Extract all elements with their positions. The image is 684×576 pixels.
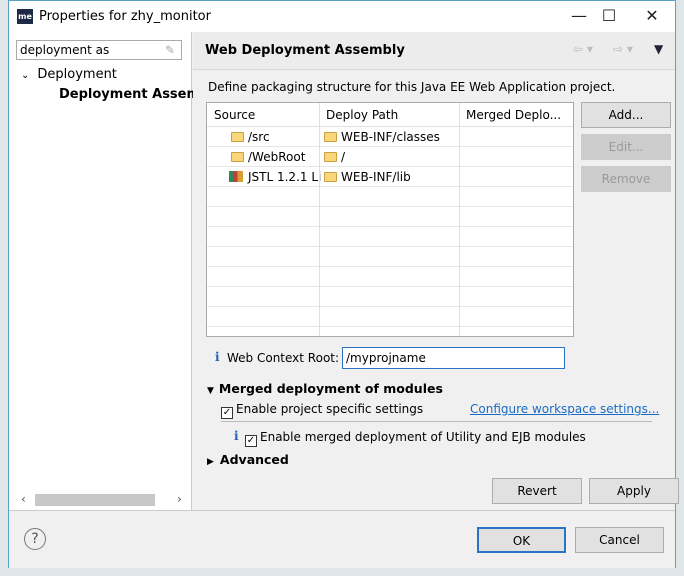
tree-item-deployment-assembly[interactable]: Deployment Asseml xyxy=(59,87,205,102)
filter-input[interactable] xyxy=(16,40,182,60)
cancel-button[interactable]: Cancel xyxy=(575,527,664,553)
remove-button[interactable]: Remove xyxy=(581,166,671,192)
table-row[interactable]: /src WEB-INF/classes xyxy=(207,127,573,147)
info-icon: i xyxy=(234,429,239,443)
sidebar: ✎ ⌄Deployment Deployment Asseml ‹ › xyxy=(9,32,205,510)
folder-icon xyxy=(324,152,337,162)
revert-button[interactable]: Revert xyxy=(492,478,582,504)
checkbox-checked-icon: ✓ xyxy=(245,435,257,447)
separator xyxy=(221,421,652,422)
ok-button[interactable]: OK xyxy=(477,527,566,553)
tree-item-deployment[interactable]: ⌄ Deployment xyxy=(21,67,117,82)
maximize-button[interactable]: ☐ xyxy=(594,5,624,27)
folder-icon xyxy=(324,132,337,142)
help-icon[interactable]: ? xyxy=(24,528,46,550)
table-header: Source ^ Deploy Path Merged Deplo... xyxy=(207,103,573,127)
properties-dialog: me Properties for zhy_monitor — ☐ ✕ ✎ ⌄D… xyxy=(8,0,679,568)
title-bar: me Properties for zhy_monitor — ☐ ✕ xyxy=(9,1,675,32)
folder-icon xyxy=(231,132,244,142)
header-merged[interactable]: Merged Deplo... xyxy=(466,108,561,122)
enable-project-checkbox[interactable]: ✓ Enable project specific settings xyxy=(221,402,423,419)
scroll-left-icon[interactable]: ‹ xyxy=(21,492,26,506)
page-description: Define packaging structure for this Java… xyxy=(208,80,616,94)
header-source[interactable]: Source xyxy=(214,108,255,122)
info-icon: i xyxy=(215,350,220,364)
minimize-button[interactable]: — xyxy=(564,5,594,27)
page-content: Web Deployment Assembly ⇦ ▾ ⇨ ▾ ▼ Define… xyxy=(193,32,679,510)
expanded-triangle-icon: ▼ xyxy=(207,386,214,396)
context-root-label: Web Context Root: xyxy=(227,351,340,365)
assembly-table: Source ^ Deploy Path Merged Deplo... /sr… xyxy=(206,102,574,337)
view-menu-icon[interactable]: ▼ xyxy=(654,42,663,56)
scroll-right-icon[interactable]: › xyxy=(177,492,182,506)
edit-button[interactable]: Edit... xyxy=(581,134,671,160)
checkbox-checked-icon: ✓ xyxy=(221,407,233,419)
collapsed-triangle-icon: ▶ xyxy=(207,457,214,467)
context-root-input[interactable] xyxy=(342,347,565,369)
dialog-footer: ? OK Cancel xyxy=(9,510,675,568)
horizontal-scrollbar[interactable]: ‹ › xyxy=(17,492,185,508)
table-row[interactable]: /WebRoot / xyxy=(207,147,573,167)
window-title: Properties for zhy_monitor xyxy=(39,9,211,24)
close-button[interactable]: ✕ xyxy=(637,5,667,27)
apply-button[interactable]: Apply xyxy=(589,478,679,504)
advanced-section-toggle[interactable]: ▶ Advanced xyxy=(207,452,289,467)
sort-ascending-icon: ^ xyxy=(259,102,268,110)
table-row[interactable]: JSTL 1.2.1 Li WEB-INF/lib xyxy=(207,167,573,187)
clear-filter-icon[interactable]: ✎ xyxy=(165,43,175,57)
scrollbar-thumb[interactable] xyxy=(35,494,155,506)
library-icon xyxy=(229,171,243,182)
configure-workspace-link[interactable]: Configure workspace settings... xyxy=(470,402,659,416)
back-button[interactable]: ⇦ ▾ xyxy=(573,42,593,56)
chevron-down-icon: ⌄ xyxy=(21,70,30,81)
add-button[interactable]: Add... xyxy=(581,102,671,128)
header-deploy-path[interactable]: Deploy Path xyxy=(326,108,398,122)
folder-icon xyxy=(231,152,244,162)
merged-section-toggle[interactable]: ▼ Merged deployment of modules xyxy=(207,381,443,396)
enable-merged-checkbox[interactable]: ✓ Enable merged deployment of Utility and… xyxy=(245,430,586,447)
page-header: Web Deployment Assembly ⇦ ▾ ⇨ ▾ ▼ xyxy=(193,32,675,70)
folder-icon xyxy=(324,172,337,182)
page-title: Web Deployment Assembly xyxy=(205,43,405,58)
forward-button[interactable]: ⇨ ▾ xyxy=(613,42,633,56)
app-logo: me xyxy=(17,9,33,24)
